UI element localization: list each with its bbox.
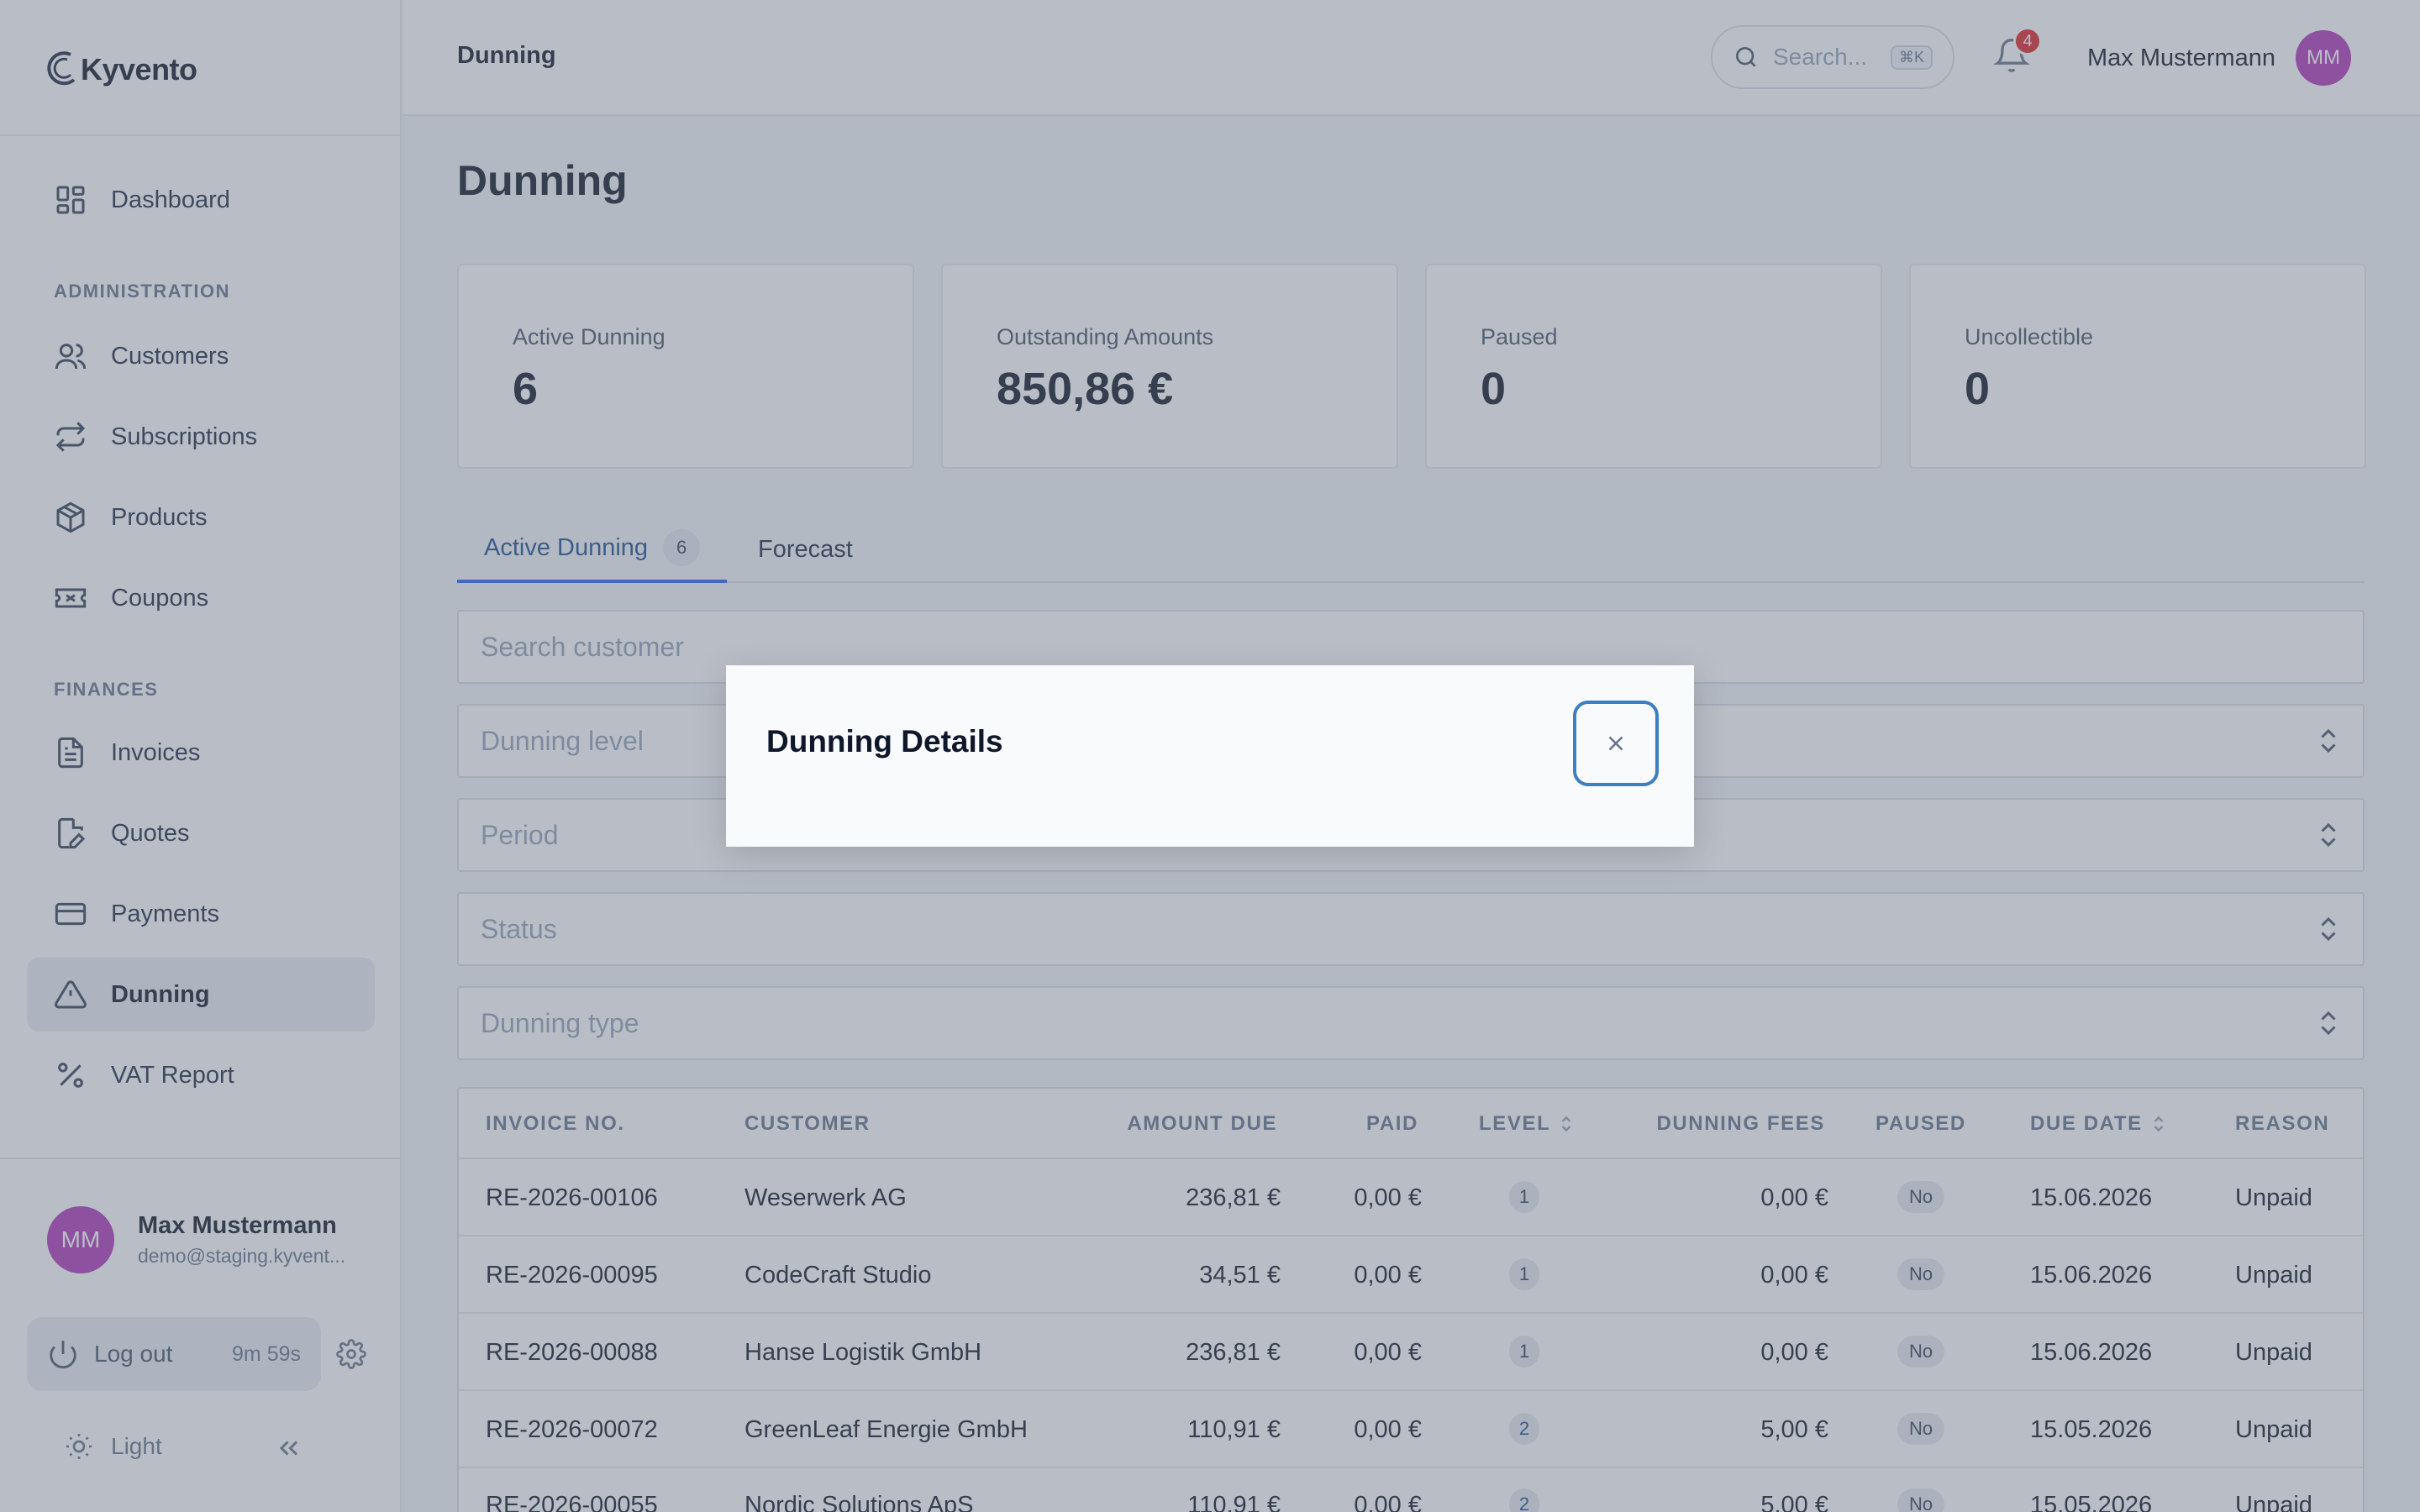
modal-close-button[interactable]: [1573, 701, 1659, 786]
modal-title: Dunning Details: [766, 724, 1003, 759]
dunning-details-modal: Dunning Details: [726, 665, 1694, 847]
close-icon: [1603, 731, 1628, 756]
